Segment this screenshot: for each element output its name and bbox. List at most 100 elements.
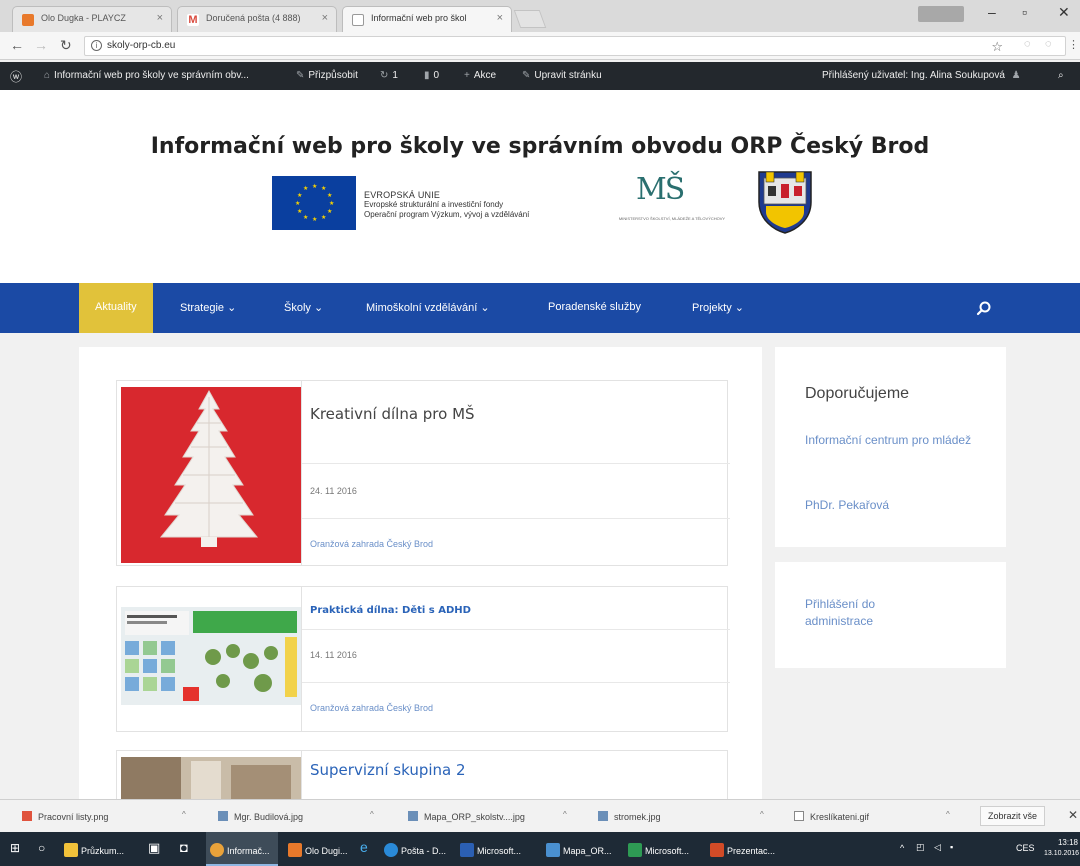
notification-icon[interactable]: ▪: [950, 842, 953, 852]
search-circle-icon[interactable]: ○: [38, 832, 45, 866]
download-options-icon[interactable]: ^: [370, 810, 374, 819]
network-icon[interactable]: ◰: [916, 842, 925, 853]
browser-menu-icon[interactable]: ⋮: [1068, 38, 1079, 51]
gif-file-icon: [794, 811, 804, 821]
post-body: Supervizní skupina 2: [301, 751, 727, 799]
app-icon[interactable]: ◘: [180, 832, 188, 866]
browser-tab[interactable]: Olo Dugka - PLAYCZ ×: [12, 6, 172, 32]
volume-icon[interactable]: ◁: [934, 842, 941, 853]
post-date-row: 14. 11 2016: [302, 629, 730, 683]
nav-item-poradenske-sluzby[interactable]: Poradenské služby: [548, 283, 641, 333]
taskbar-app[interactable]: Microsoft...: [628, 832, 689, 866]
address-bar[interactable]: i skoly-orp-cb.eu ☆: [84, 36, 1066, 56]
taskbar-app[interactable]: Prezentac...: [710, 832, 775, 866]
maximize-window-button[interactable]: ▫: [1022, 4, 1027, 20]
store-icon[interactable]: ▣: [148, 832, 160, 866]
site-header: Informační web pro školy ve správním obv…: [0, 90, 1080, 283]
site-title[interactable]: Informační web pro školy ve správním obv…: [0, 134, 1080, 159]
browser-toolbar: ← → ↻ i skoly-orp-cb.eu ☆ ◌ ◌ ⋮: [0, 32, 1080, 60]
wordpress-logo-icon[interactable]: ⓦ: [10, 68, 22, 85]
nav-item-skoly[interactable]: Školy ⌄: [284, 283, 323, 333]
admin-edit-page[interactable]: ✎ Upravit stránku: [522, 70, 602, 81]
internet-explorer-icon[interactable]: e: [360, 832, 368, 866]
forward-icon[interactable]: →: [34, 37, 48, 53]
chrome-icon: [210, 843, 224, 857]
post-thumbnail[interactable]: [121, 387, 301, 563]
download-options-icon[interactable]: ^: [946, 810, 950, 819]
post-category-link[interactable]: Oranžová zahrada Český Brod: [310, 703, 433, 713]
close-window-button[interactable]: ✕: [1058, 4, 1070, 21]
minimize-window-button[interactable]: –: [988, 4, 996, 20]
download-options-icon[interactable]: ^: [182, 810, 186, 819]
taskbar-app[interactable]: Průzkum...: [64, 832, 124, 866]
windows-start-icon[interactable]: ⊞: [10, 832, 20, 866]
download-item[interactable]: stromek.jpg: [598, 800, 661, 832]
nav-item-mimoskolni-vzdelavani[interactable]: Mimoškolní vzdělávání ⌄: [366, 283, 490, 333]
admin-search-icon[interactable]: ⌕: [1058, 70, 1064, 81]
admin-greeting[interactable]: Přihlášený uživatel: Ing. Alina Soukupov…: [822, 70, 1025, 81]
widget-link[interactable]: PhDr. Pekařová: [805, 497, 889, 514]
site-info-icon[interactable]: i: [91, 40, 102, 51]
admin-login-link[interactable]: Přihlášení do administrace: [805, 596, 945, 630]
download-options-icon[interactable]: ^: [760, 810, 764, 819]
taskbar-app[interactable]: Pošta - D...: [384, 832, 446, 866]
post-title[interactable]: Supervizní skupina 2: [310, 761, 466, 779]
close-tab-icon[interactable]: ×: [157, 12, 163, 24]
admin-new-item[interactable]: + Akce: [464, 70, 496, 81]
admin-updates[interactable]: ↻ 1: [380, 70, 398, 81]
word-icon: [460, 843, 474, 857]
nav-item-strategie[interactable]: Strategie ⌄: [180, 283, 236, 333]
browser-tab-active[interactable]: Informační web pro škol ×: [342, 6, 512, 32]
back-icon[interactable]: ←: [10, 37, 24, 53]
msmt-logo: MŠ MINISTERSTVO ŠKOLSTVÍ, MLÁDEŽE A TĚLO…: [612, 172, 732, 232]
admin-customize[interactable]: ✎ Přizpůsobit: [296, 70, 358, 81]
download-item[interactable]: Mgr. Budilová.jpg: [218, 800, 303, 832]
downloads-bar: Pracovní listy.png ^ Mgr. Budilová.jpg ^…: [0, 799, 1080, 832]
admin-comments[interactable]: ▮ 0: [424, 70, 439, 81]
extension-icon[interactable]: ◌: [1045, 38, 1052, 50]
widget-link[interactable]: Informační centrum pro mládež: [805, 432, 975, 449]
nav-item-projekty[interactable]: Projekty ⌄: [692, 283, 744, 333]
taskbar-app[interactable]: Microsoft...: [460, 832, 521, 866]
bookmark-star-icon[interactable]: ☆: [991, 39, 1003, 55]
show-all-downloads-button[interactable]: Zobrazit vše: [980, 806, 1046, 826]
supervision-group-image: [121, 757, 301, 799]
system-clock[interactable]: 13:18 13.10.2016: [1044, 837, 1079, 859]
eu-line: Operační program Výzkum, vývoj a vzděláv…: [364, 210, 530, 219]
post-category-row: Oranžová zahrada Český Brod: [302, 518, 730, 566]
post-thumbnail[interactable]: [121, 607, 301, 705]
comment-icon: ▮: [424, 70, 430, 81]
browser-icon: [288, 843, 302, 857]
post-category-link[interactable]: Oranžová zahrada Český Brod: [310, 539, 433, 549]
image-file-icon: [408, 811, 418, 821]
post-title[interactable]: Praktická dílna: Děti s ADHD: [310, 605, 471, 616]
download-item[interactable]: Mapa_ORP_skolstv....jpg: [408, 800, 525, 832]
nav-item-aktuality[interactable]: Aktuality: [79, 283, 153, 333]
recommended-widget: Doporučujeme Informační centrum pro mlád…: [775, 347, 1006, 547]
eu-line: Evropské strukturální a investiční fondy: [364, 200, 504, 209]
search-icon[interactable]: [976, 300, 992, 316]
browser-tab-label: Doručená pošta (4 888): [206, 13, 301, 23]
browser-tab[interactable]: M Doručená pošta (4 888) ×: [177, 6, 337, 32]
browser-profile-badge[interactable]: [918, 6, 964, 22]
tray-chevron-icon[interactable]: ^: [900, 843, 904, 853]
extension-icon[interactable]: ◌: [1024, 38, 1031, 50]
taskbar-app-active[interactable]: Informač...: [206, 832, 278, 866]
input-language[interactable]: CES: [1016, 843, 1035, 853]
reload-icon[interactable]: ↻: [60, 37, 72, 54]
updates-icon: ↻: [380, 70, 389, 81]
admin-site-name[interactable]: ⌂ Informační web pro školy ve správním ob…: [44, 70, 249, 81]
close-tab-icon[interactable]: ×: [497, 12, 503, 24]
close-tab-icon[interactable]: ×: [322, 12, 328, 24]
close-downloads-icon[interactable]: ✕: [1068, 808, 1078, 822]
taskbar-app[interactable]: Mapa_OR...: [546, 832, 612, 866]
download-item[interactable]: Kreslíkateni.gif: [794, 800, 869, 832]
download-options-icon[interactable]: ^: [563, 810, 567, 819]
cesky-brod-coat-of-arms: [758, 171, 812, 234]
post-title[interactable]: Kreativní dílna pro MŠ: [310, 405, 475, 423]
download-item[interactable]: Pracovní listy.png: [22, 800, 108, 832]
taskbar-app[interactable]: Olo Dugi...: [288, 832, 348, 866]
excel-icon: [628, 843, 642, 857]
new-tab-button[interactable]: [513, 10, 547, 28]
post-thumbnail[interactable]: [121, 757, 301, 799]
